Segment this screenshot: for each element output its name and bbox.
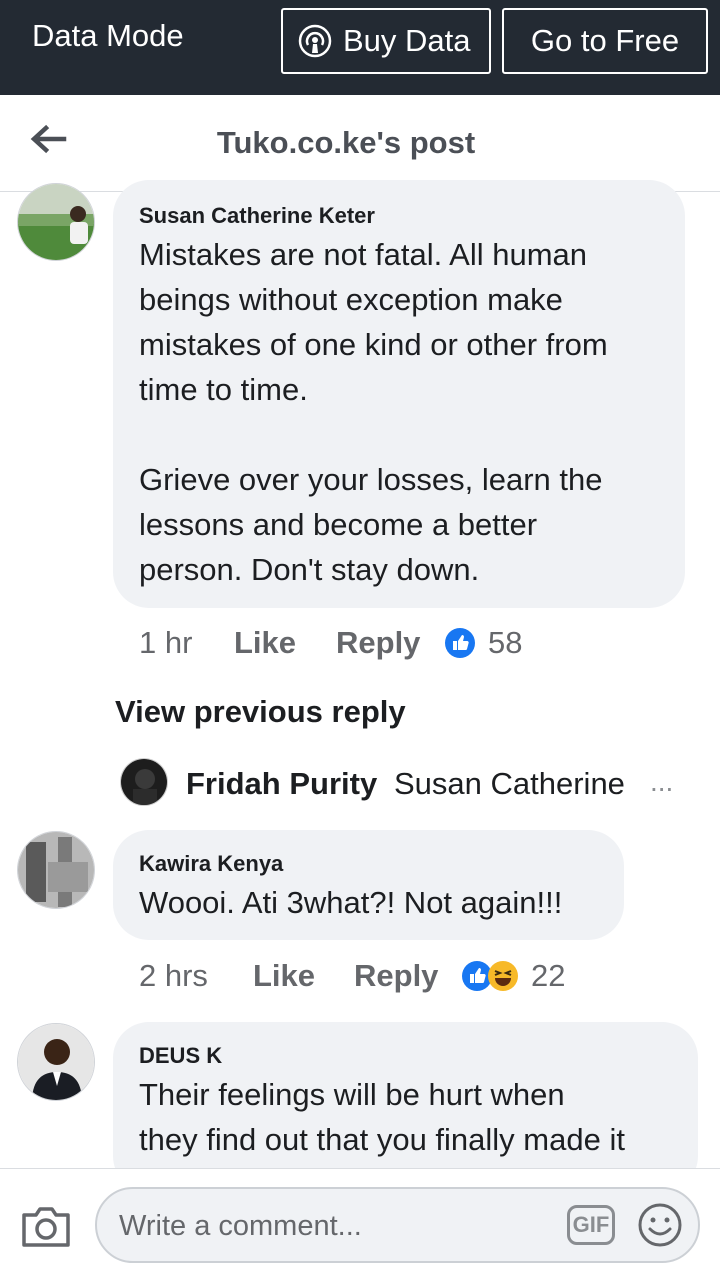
reaction-count: 22 — [531, 958, 566, 993]
avatar-photo — [18, 832, 94, 908]
gif-button[interactable]: GIF — [567, 1205, 615, 1245]
like-button[interactable]: Like — [253, 958, 315, 994]
comment-text: Woooi. Ati 3what?! Not again!!! — [139, 885, 563, 920]
reply-author: Fridah Purity — [186, 766, 378, 801]
page-title: Tuko.co.ke's post — [216, 125, 476, 160]
comment-author[interactable]: Kawira Kenya — [139, 851, 283, 877]
reply-button[interactable]: Reply — [354, 958, 438, 994]
avatar[interactable] — [17, 1023, 95, 1101]
reaction-summary[interactable]: 58 — [444, 625, 522, 661]
data-mode-label: Data Mode — [32, 18, 184, 53]
like-icon — [445, 628, 475, 658]
comment-time: 1 hr — [139, 625, 193, 660]
avatar-photo — [18, 184, 94, 260]
reply-ellipsis: ... — [650, 766, 674, 797]
reaction-count: 58 — [488, 625, 523, 660]
reply-button[interactable]: Reply — [336, 625, 420, 661]
comment-input[interactable] — [117, 1203, 541, 1249]
avatar[interactable] — [17, 183, 95, 261]
avatar[interactable] — [17, 831, 95, 909]
avatar-photo — [18, 1024, 94, 1100]
emoji-icon[interactable] — [637, 1202, 683, 1248]
camera-icon[interactable] — [20, 1205, 72, 1249]
reply-text: Susan Catherine — [394, 766, 625, 801]
comment-author[interactable]: DEUS K — [139, 1043, 222, 1069]
view-previous-reply-link[interactable]: View previous reply — [115, 694, 406, 730]
post-header: Tuko.co.ke's post — [0, 95, 720, 192]
broadcast-icon — [298, 24, 332, 58]
comment-time: 2 hrs — [139, 958, 208, 993]
reply-preview[interactable]: Fridah Purity Susan Catherine ... — [120, 758, 690, 808]
comment-composer: GIF — [0, 1168, 720, 1272]
buy-data-label: Buy Data — [343, 23, 471, 58]
go-to-free-label: Go to Free — [530, 23, 680, 58]
data-mode-bar: Data Mode Buy Data Go to Free — [0, 0, 720, 95]
like-button[interactable]: Like — [234, 625, 296, 661]
reaction-summary[interactable]: 22 — [461, 958, 565, 994]
comment-input-container[interactable]: GIF — [95, 1187, 700, 1263]
haha-icon — [488, 961, 518, 991]
go-to-free-button[interactable]: Go to Free — [502, 8, 708, 74]
avatar — [120, 758, 168, 806]
comment-author[interactable]: Susan Catherine Keter — [139, 203, 375, 229]
buy-data-button[interactable]: Buy Data — [281, 8, 491, 74]
